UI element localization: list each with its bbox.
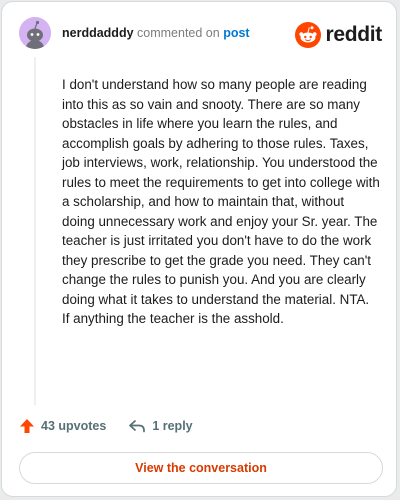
username[interactable]: nerddadddy — [62, 26, 134, 40]
reddit-snoo-icon — [295, 22, 322, 48]
avatar[interactable] — [19, 17, 51, 49]
commented-on-text: commented on — [137, 26, 220, 40]
upvote-count: 43 upvotes — [41, 419, 107, 433]
comment-card: nerddadddy commented on post reddit I do… — [1, 1, 397, 497]
comment-body: I don't understand how so many people ar… — [62, 77, 380, 326]
post-link[interactable]: post — [223, 26, 249, 40]
view-conversation-button[interactable]: View the conversation — [19, 452, 383, 484]
thread-line — [34, 57, 36, 405]
reddit-logo[interactable]: reddit — [295, 22, 382, 48]
upvote-arrow-icon[interactable] — [19, 418, 35, 434]
comment-footer: 43 upvotes 1 reply — [19, 418, 193, 434]
reply-section[interactable]: 1 reply — [128, 418, 193, 434]
snoo-avatar-icon — [19, 17, 51, 49]
reddit-wordmark: reddit — [325, 23, 382, 46]
comment-header: nerddadddy commented on post — [62, 26, 250, 40]
upvote-section[interactable]: 43 upvotes — [19, 418, 106, 434]
reply-count: 1 reply — [152, 419, 193, 433]
reply-arrow-icon[interactable] — [128, 418, 146, 434]
